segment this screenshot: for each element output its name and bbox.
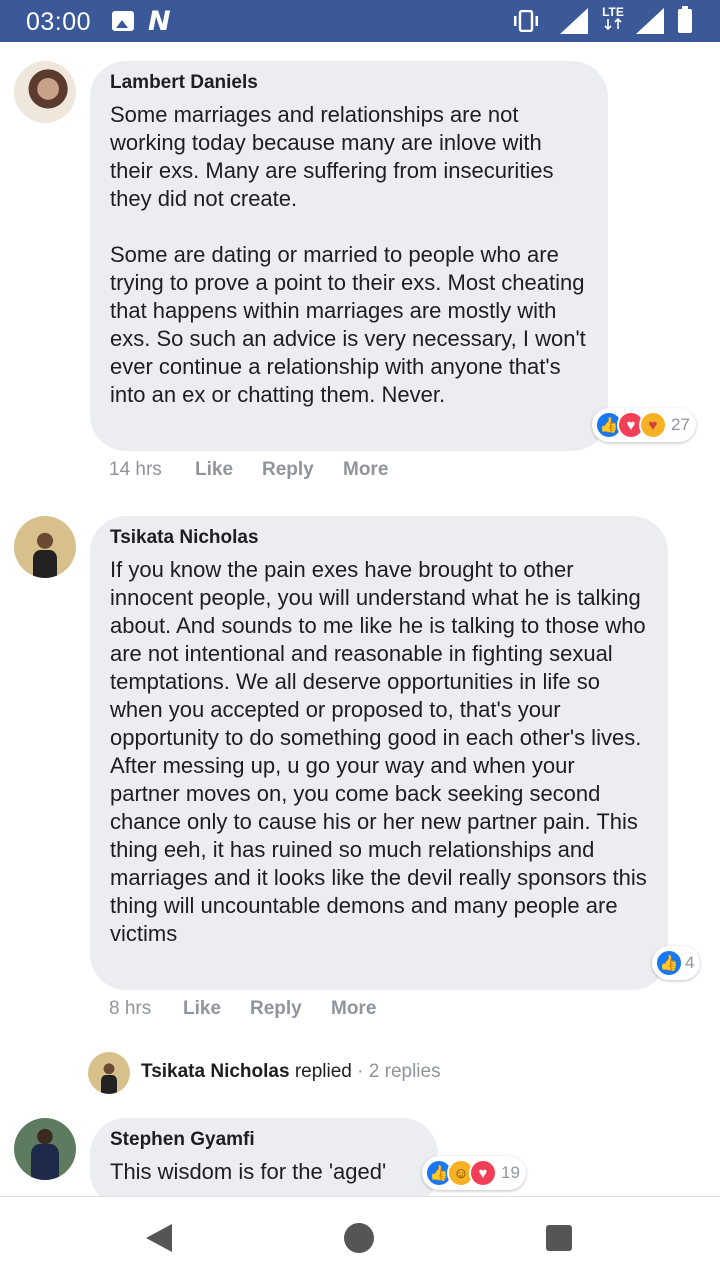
reply-verb: replied	[294, 1061, 352, 1082]
n-icon: N	[148, 6, 171, 37]
reply-avatar[interactable]	[88, 1052, 130, 1094]
recents-icon[interactable]	[546, 1225, 572, 1251]
battery-icon	[678, 6, 692, 33]
status-bar: 03:00 N LTE	[0, 0, 720, 42]
navigation-bar	[0, 1196, 720, 1280]
back-icon[interactable]	[146, 1224, 172, 1252]
reaction-count: 19	[501, 1163, 520, 1182]
comment-bubble[interactable]: Tsikata Nicholas If you know the pain ex…	[90, 516, 668, 990]
comment-author[interactable]: Tsikata Nicholas	[110, 526, 648, 550]
care-reaction-icon: ♥	[639, 411, 667, 439]
more-button[interactable]: More	[343, 459, 388, 481]
signal-icon	[560, 8, 588, 34]
reactions-summary[interactable]: 👍 ♥ ♥ 27	[592, 408, 696, 442]
avatar[interactable]	[14, 61, 76, 123]
lte-label: LTE	[602, 5, 624, 19]
reactions-summary[interactable]: 👍 4	[652, 946, 701, 980]
like-button[interactable]: Like	[183, 998, 221, 1020]
love-reaction-icon: ♥	[469, 1159, 497, 1187]
comment-author[interactable]: Lambert Daniels	[110, 71, 588, 95]
comment-author[interactable]: Stephen Gyamfi	[110, 1128, 418, 1152]
avatar[interactable]	[14, 1118, 76, 1180]
comment-actions: 14 hrs Like Reply More	[0, 459, 720, 483]
comment-text: Some marriages and relationships are not…	[110, 102, 586, 407]
reply-button[interactable]: Reply	[262, 459, 314, 481]
reply-button[interactable]: Reply	[250, 998, 302, 1020]
view-replies-link[interactable]: Tsikata Nicholas replied · 2 replies	[141, 1061, 441, 1083]
avatar[interactable]	[14, 516, 76, 578]
lte-icon: LTE	[602, 6, 624, 32]
comment-time[interactable]: 8 hrs	[109, 998, 151, 1020]
like-reaction-icon: 👍	[655, 949, 683, 977]
reply-author: Tsikata Nicholas	[141, 1061, 290, 1082]
signal-icon	[636, 8, 664, 34]
comment-bubble[interactable]: Stephen Gyamfi This wisdom is for the 'a…	[90, 1118, 438, 1208]
status-time: 03:00	[26, 8, 92, 36]
image-icon	[112, 11, 134, 31]
reply-count: 2 replies	[368, 1061, 441, 1082]
reaction-count: 27	[671, 415, 690, 434]
more-button[interactable]: More	[331, 998, 376, 1020]
like-button[interactable]: Like	[195, 459, 233, 481]
comment-text: If you know the pain exes have brought t…	[110, 557, 653, 946]
home-icon[interactable]	[344, 1223, 374, 1253]
comment-actions: 8 hrs Like Reply More	[0, 998, 720, 1022]
comment-time[interactable]: 14 hrs	[109, 459, 162, 481]
reply-separator: ·	[357, 1061, 364, 1082]
reactions-summary[interactable]: 👍 ☺ ♥ 19	[422, 1156, 526, 1190]
reaction-count: 4	[685, 953, 695, 972]
comment-text: This wisdom is for the 'aged'	[110, 1159, 387, 1184]
comment-bubble[interactable]: Lambert Daniels Some marriages and relat…	[90, 61, 608, 451]
vibrate-icon	[512, 9, 540, 37]
